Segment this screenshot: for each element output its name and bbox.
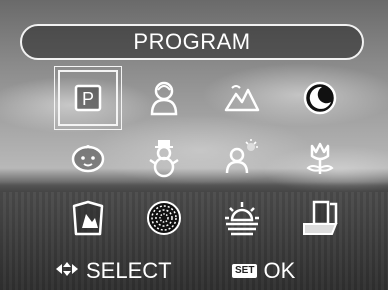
- mode-snow[interactable]: [134, 130, 194, 186]
- program-p-label: P: [82, 89, 94, 109]
- mode-firework[interactable]: [134, 190, 194, 246]
- page-title: PROGRAM: [133, 29, 251, 54]
- mode-program[interactable]: P: [54, 66, 122, 130]
- mode-night[interactable]: [290, 70, 350, 126]
- baby-icon: [71, 145, 105, 173]
- portrait-icon: [150, 81, 178, 116]
- footer-hints: SELECT SET OK: [0, 254, 388, 288]
- night-icon: [303, 81, 337, 115]
- program-p-icon: P: [74, 84, 102, 112]
- sunset-icon: [225, 202, 259, 236]
- landscape-icon: [224, 85, 260, 112]
- title-bar: PROGRAM: [20, 24, 364, 60]
- flower-icon: [306, 142, 334, 174]
- camera-screen: PROGRAM P SELECT SET OK: [0, 0, 388, 290]
- set-button-badge: SET: [232, 264, 258, 278]
- backlight-portrait-icon: [225, 139, 258, 174]
- mode-grid: P: [54, 66, 352, 250]
- mode-landscape[interactable]: [212, 70, 272, 126]
- snow-icon: [149, 140, 179, 178]
- mode-flower[interactable]: [290, 130, 350, 186]
- text-document-icon: [303, 200, 338, 235]
- museum-icon: [72, 200, 104, 236]
- four-way-arrow-icon: [54, 261, 80, 282]
- mode-baby[interactable]: [58, 130, 118, 186]
- mode-backlight-portrait[interactable]: [212, 130, 272, 186]
- ok-label: OK: [263, 258, 296, 283]
- firework-icon: [147, 201, 181, 235]
- mode-portrait[interactable]: [134, 70, 194, 126]
- mode-museum[interactable]: [58, 190, 118, 246]
- select-label: SELECT: [86, 258, 172, 283]
- select-hint: SELECT: [54, 254, 172, 288]
- mode-text-document[interactable]: [290, 190, 350, 246]
- mode-sunset[interactable]: [212, 190, 272, 246]
- ok-hint: SET OK: [232, 254, 295, 288]
